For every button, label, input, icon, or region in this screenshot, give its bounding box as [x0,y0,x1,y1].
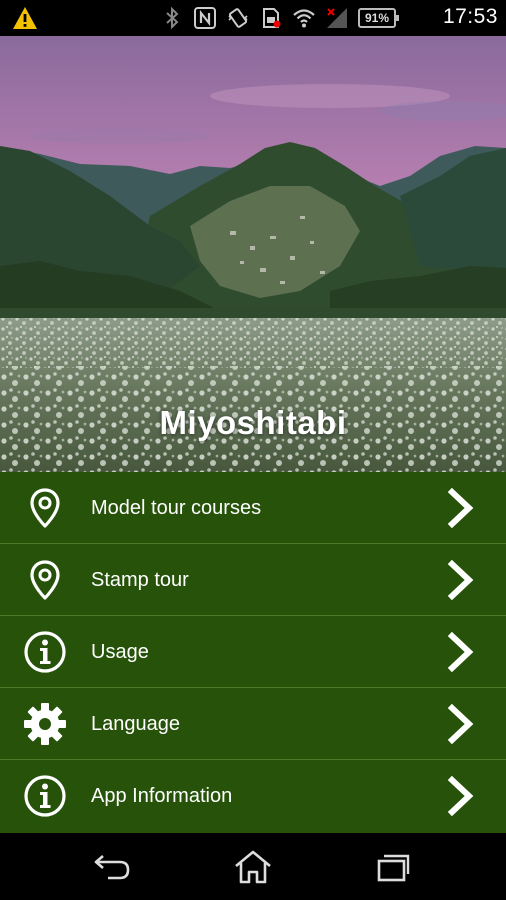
menu-item-label: Usage [91,641,149,663]
gear-icon [24,703,66,745]
menu-item-label: Model tour courses [91,497,262,519]
back-icon[interactable] [94,850,134,884]
location-pin-icon [30,488,60,528]
menu-item-app-information[interactable]: App Information [0,760,506,833]
battery-icon: 91% [358,8,399,28]
warning-icon [13,7,37,29]
chevron-right-icon [447,560,474,600]
signal-icon [327,8,347,28]
chevron-right-icon [447,632,474,672]
menu-item-stamp-tour[interactable]: Stamp tour [0,544,506,616]
menu-item-label: Stamp tour [91,569,189,591]
chevron-right-icon [447,704,474,744]
battery-level: 91% [364,11,390,25]
main-menu: Model tour courses Stamp tour Usage Lang… [0,472,506,833]
recent-apps-icon[interactable] [374,850,414,884]
home-icon[interactable] [233,850,273,884]
nfc-icon [194,7,216,29]
wifi-icon [293,9,315,28]
menu-item-language[interactable]: Language [0,688,506,760]
info-icon [24,775,66,817]
vibrate-icon [228,8,248,28]
menu-item-model-tour-courses[interactable]: Model tour courses [0,472,506,544]
info-icon [24,631,66,673]
navigation-bar [0,833,506,900]
bluetooth-icon [166,6,179,30]
menu-item-label: Language [91,713,180,735]
location-pin-icon [30,560,60,600]
app-title: Miyoshitabi [159,404,347,441]
menu-item-label: App Information [91,785,233,807]
status-icons: 91% [160,6,399,30]
hero-banner: Miyoshitabi [0,36,506,472]
chevron-right-icon [447,776,474,816]
status-time: 17:53 [442,5,498,28]
menu-item-usage[interactable]: Usage [0,616,506,688]
status-bar: 91% 17:53 [0,0,506,36]
chevron-right-icon [447,488,474,528]
sim-icon [263,8,281,28]
